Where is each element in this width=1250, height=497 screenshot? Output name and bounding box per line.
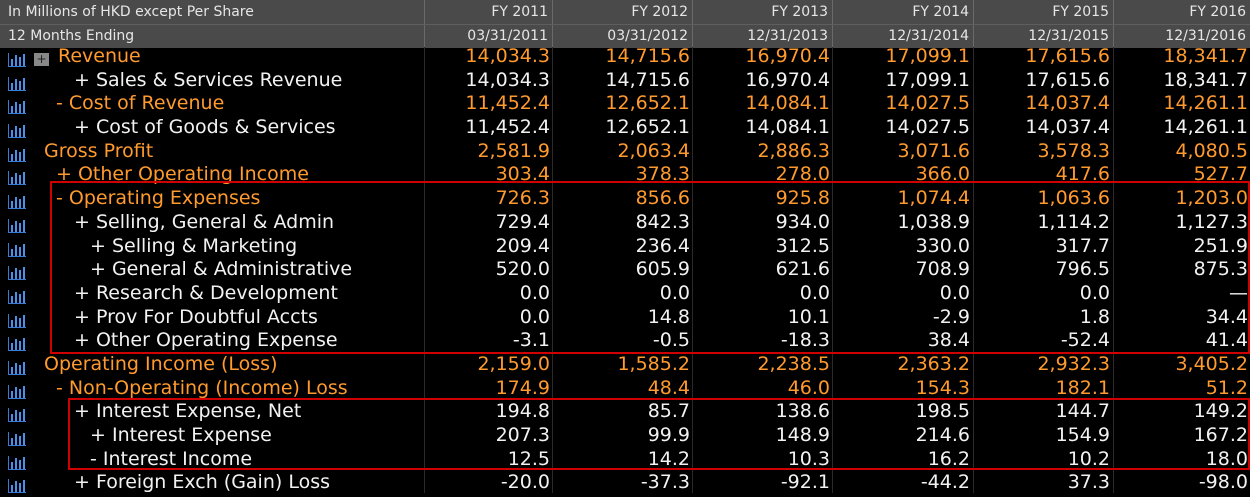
bar-chart-icon[interactable]: [8, 169, 26, 186]
bar-chart-icon[interactable]: [8, 430, 26, 446]
value-cell[interactable]: 16,970.4: [745, 45, 830, 67]
value-cell[interactable]: 14,027.5: [885, 116, 970, 138]
value-cell[interactable]: -37.3: [641, 471, 690, 493]
value-cell[interactable]: 17,099.1: [885, 69, 970, 91]
value-cell[interactable]: 3,071.6: [897, 140, 970, 162]
value-cell[interactable]: 14,084.1: [745, 92, 830, 114]
bar-chart-icon[interactable]: [8, 335, 26, 352]
bar-chart-icon[interactable]: [8, 288, 26, 304]
bar-chart-icon[interactable]: [8, 122, 26, 139]
value-cell[interactable]: 12,652.1: [605, 116, 690, 138]
bar-chart-icon[interactable]: [8, 312, 26, 328]
value-cell[interactable]: 14,037.4: [1025, 116, 1110, 138]
value-cell[interactable]: 2,063.4: [617, 140, 690, 162]
bar-chart-icon[interactable]: [8, 264, 26, 281]
year-col-6[interactable]: FY 2016: [1113, 0, 1250, 24]
header-row-years: In Millions of HKD except Per Share FY 2…: [0, 0, 1250, 24]
highlight-operating-expenses: [50, 181, 1250, 354]
bar-chart-icon[interactable]: [8, 75, 26, 91]
value-cell[interactable]: 17,615.6: [1025, 45, 1110, 67]
value-cell[interactable]: 14,261.1: [1163, 116, 1248, 138]
value-cell[interactable]: 16,970.4: [745, 69, 830, 91]
value-cell[interactable]: 2,886.3: [757, 140, 830, 162]
value-cell[interactable]: 154.3: [916, 377, 970, 399]
row-label: + Sales & Services Revenue: [74, 68, 343, 91]
bar-chart-icon[interactable]: [8, 454, 26, 470]
year-col-1[interactable]: FY 2011: [424, 0, 552, 24]
value-cell[interactable]: 174.9: [496, 377, 550, 399]
value-cell[interactable]: 14,084.1: [745, 116, 830, 138]
bar-chart-icon[interactable]: [8, 146, 26, 162]
value-cell[interactable]: -44.2: [921, 471, 970, 493]
bar-chart-icon[interactable]: [8, 406, 26, 423]
value-cell[interactable]: -98.0: [1199, 471, 1248, 493]
bar-chart-icon[interactable]: [8, 98, 26, 115]
value-cell[interactable]: 51.2: [1206, 377, 1248, 399]
value-cell[interactable]: 14,034.3: [465, 69, 550, 91]
row-label: + Cost of Goods & Services: [74, 116, 336, 139]
value-cell[interactable]: 2,159.0: [477, 353, 550, 375]
value-cell[interactable]: 14,715.6: [605, 69, 690, 91]
units-label: In Millions of HKD except Per Share: [8, 4, 254, 20]
value-cell[interactable]: 182.1: [1056, 377, 1110, 399]
value-cell[interactable]: 14,034.3: [465, 45, 550, 67]
table-row[interactable]: + Sales & Services Revenue 14,034.3 14,715…: [0, 68, 1250, 95]
row-label: Revenue: [58, 45, 141, 67]
value-cell[interactable]: 17,099.1: [885, 45, 970, 67]
value-cell[interactable]: 3,578.3: [1037, 140, 1110, 162]
value-cell[interactable]: 17,615.6: [1025, 69, 1110, 91]
value-cell[interactable]: 12,652.1: [605, 92, 690, 114]
bar-chart-icon[interactable]: [8, 477, 26, 494]
bar-chart-icon[interactable]: [8, 383, 26, 399]
row-label: - Non-Operating (Income) Loss: [56, 376, 348, 399]
value-cell[interactable]: -92.1: [781, 471, 830, 493]
value-cell[interactable]: 48.4: [648, 377, 690, 399]
value-cell[interactable]: 3,405.2: [1175, 353, 1248, 375]
value-cell[interactable]: 14,027.5: [885, 92, 970, 114]
value-cell[interactable]: 11,452.4: [465, 92, 550, 114]
value-cell[interactable]: 2,238.5: [757, 353, 830, 375]
value-cell[interactable]: 18,341.7: [1163, 69, 1248, 91]
value-cell[interactable]: 2,932.3: [1037, 353, 1110, 375]
expand-plus-icon[interactable]: +: [34, 53, 49, 66]
bar-chart-icon[interactable]: [8, 241, 26, 257]
bar-chart-icon[interactable]: [8, 193, 26, 210]
value-cell[interactable]: 14,037.4: [1025, 92, 1110, 114]
value-cell[interactable]: 37.3: [1068, 471, 1110, 493]
value-cell[interactable]: 46.0: [788, 377, 830, 399]
table-row[interactable]: - Cost of Revenue 11,452.4 12,652.1 14,084.…: [0, 92, 1250, 118]
year-col-5[interactable]: FY 2015: [973, 0, 1113, 24]
year-col-2[interactable]: FY 2012: [552, 0, 692, 24]
value-cell[interactable]: 4,080.5: [1175, 140, 1248, 162]
row-label: Operating Income (Loss): [44, 352, 278, 375]
bar-chart-icon[interactable]: [8, 217, 26, 233]
value-cell[interactable]: 14,715.6: [605, 45, 690, 67]
row-label: - Cost of Revenue: [56, 92, 225, 115]
value-cell[interactable]: 2,363.2: [897, 353, 970, 375]
bar-chart-icon[interactable]: [8, 51, 26, 67]
value-cell[interactable]: 11,452.4: [465, 116, 550, 138]
value-cell[interactable]: 14,261.1: [1163, 92, 1248, 114]
value-cell[interactable]: -20.0: [501, 471, 550, 493]
row-label: Gross Profit: [44, 139, 154, 162]
table-row[interactable]: + Foreign Exch (Gain) Loss -20.0 -37.3 -92.…: [0, 471, 1250, 497]
value-cell[interactable]: 2,581.9: [477, 140, 550, 162]
table-row[interactable]: + Revenue 14,034.3 14,715.6 16,970.4 17,099.1…: [0, 45, 1250, 71]
table-row[interactable]: + Cost of Goods & Services 11,452.4 12,652…: [0, 116, 1250, 142]
row-label: + Foreign Exch (Gain) Loss: [74, 471, 331, 494]
bar-chart-icon[interactable]: [8, 359, 26, 375]
year-col-4[interactable]: FY 2014: [832, 0, 973, 24]
year-col-3[interactable]: FY 2013: [692, 0, 832, 24]
value-cell[interactable]: 1,585.2: [617, 353, 690, 375]
highlight-interest-expense: [68, 398, 1250, 470]
table-row[interactable]: Gross Profit 2,581.9 2,063.4 2,886.3 3,071.6…: [0, 139, 1250, 166]
value-cell[interactable]: 18,341.7: [1163, 45, 1248, 67]
table-row[interactable]: Operating Income (Loss) 2,159.0 1,585.2 2,2…: [0, 352, 1250, 379]
